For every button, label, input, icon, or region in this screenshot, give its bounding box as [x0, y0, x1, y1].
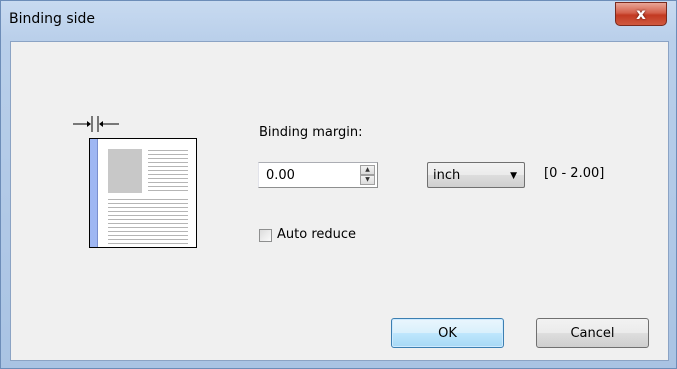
ok-button-label: OK [438, 325, 457, 341]
page-preview [71, 114, 201, 254]
auto-reduce-checkbox[interactable] [259, 229, 272, 242]
unit-value: inch [433, 168, 461, 183]
page-thumbnail [89, 138, 197, 248]
image-placeholder [108, 149, 142, 193]
text-lines [148, 150, 188, 194]
binding-margin-spinner[interactable]: 0.00 ▲ ▼ [258, 162, 378, 188]
range-label: [0 - 2.00] [544, 166, 605, 181]
cancel-button[interactable]: Cancel [536, 318, 649, 348]
unit-dropdown[interactable]: inch ▼ [427, 162, 525, 188]
binding-edge [90, 139, 98, 247]
binding-margin-icon [73, 116, 119, 132]
dialog-body: Binding margin: 0.00 ▲ ▼ inch ▼ [0 - 2.0… [10, 41, 669, 361]
close-icon: x [636, 5, 646, 23]
chevron-down-icon: ▼ [510, 171, 517, 181]
text-lines [108, 199, 188, 245]
cancel-button-label: Cancel [570, 325, 615, 341]
spin-up-icon[interactable]: ▲ [360, 165, 375, 175]
dialog-title: Binding side [9, 11, 96, 27]
binding-margin-label: Binding margin: [259, 125, 363, 140]
ok-button[interactable]: OK [391, 318, 504, 348]
spin-down-icon[interactable]: ▼ [360, 175, 375, 185]
close-button[interactable]: x [615, 2, 667, 26]
dialog-window: Binding side x Binding margin: 0.00 ▲ ▼ … [0, 0, 677, 369]
auto-reduce-label[interactable]: Auto reduce [277, 227, 356, 242]
binding-margin-input[interactable]: 0.00 [266, 168, 295, 183]
spin-buttons[interactable]: ▲ ▼ [360, 165, 375, 185]
title-bar[interactable]: Binding side x [1, 1, 676, 41]
